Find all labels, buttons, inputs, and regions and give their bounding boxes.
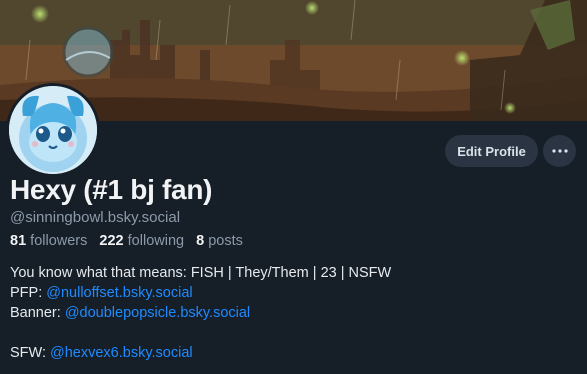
followers-count: 81 [10,233,27,249]
pfp-credit-link[interactable]: @nulloffset.bsky.social [46,285,192,301]
posts-count: 8 [196,233,205,249]
following-label: following [127,233,185,249]
bio-line: You know what that means: FISH | They/Th… [10,265,392,281]
bio-spacer [10,323,391,343]
sfw-label: SFW: [10,345,51,361]
avatar[interactable] [6,83,100,177]
bio-pfp-line: PFP: @nulloffset.bsky.social [10,283,391,303]
followers-stat[interactable]: 81 followers [10,233,87,249]
ellipsis-icon [551,149,568,153]
followers-label: followers [30,233,88,249]
display-name: Hexy (#1 bj fan) [10,174,213,205]
banner-label: Banner: [10,305,65,321]
handle: @sinningbowl.bsky.social [10,209,181,226]
more-options-button[interactable] [543,135,576,167]
profile-bio: You know what that means: FISH | They/Th… [10,263,391,363]
posts-stat: 8 posts [196,233,243,249]
pfp-label: PFP: [10,285,47,301]
sfw-account-link[interactable]: @hexvex6.bsky.social [50,345,193,361]
avatar-artwork [9,86,97,174]
bio-banner-line: Banner: @doublepopsicle.bsky.social [10,303,391,323]
following-count: 222 [99,233,124,249]
banner-credit-link[interactable]: @doublepopsicle.bsky.social [65,305,250,321]
edit-profile-button[interactable]: Edit Profile [445,135,538,167]
profile-stats: 81 followers 222 following 8 posts [10,233,243,249]
bio-sfw-line: SFW: @hexvex6.bsky.social [10,343,391,363]
following-stat[interactable]: 222 following [99,233,184,249]
posts-label: posts [208,233,243,249]
